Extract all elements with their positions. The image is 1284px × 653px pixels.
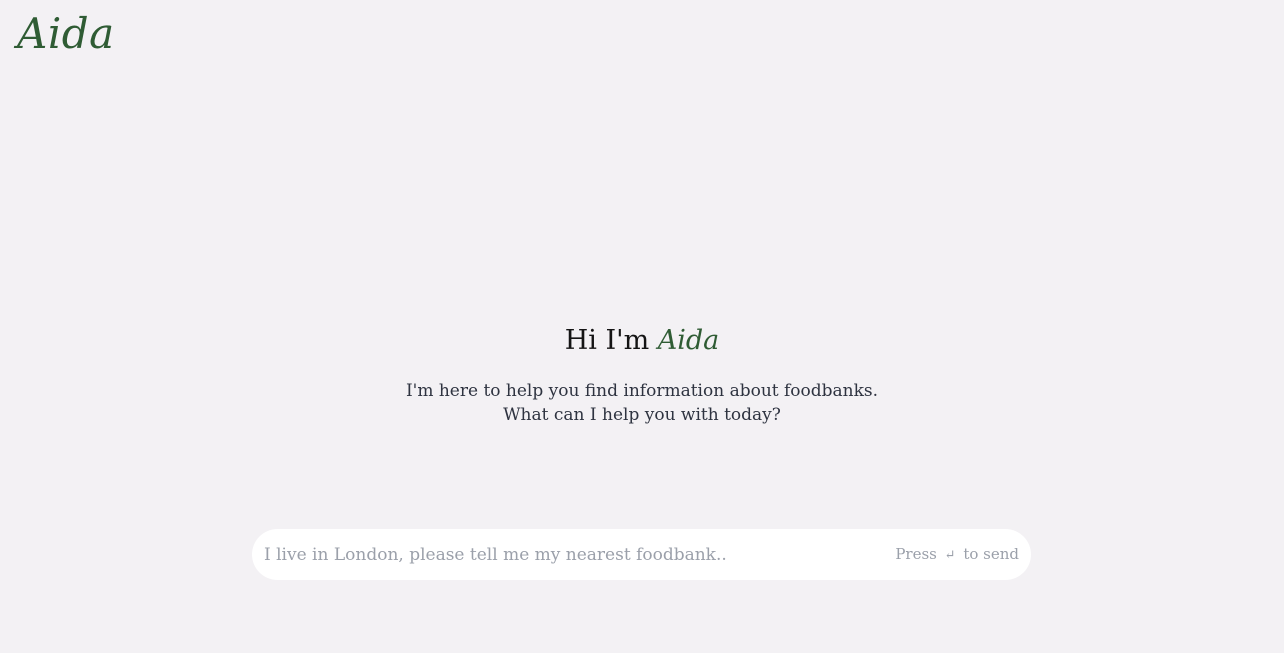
message-composer: Press ↵ to send	[252, 529, 1031, 580]
logo[interactable]: Aida	[17, 8, 115, 60]
welcome-title-prefix: Hi I'm	[564, 325, 658, 356]
welcome-line-1: I'm here to help you find information ab…	[405, 381, 879, 401]
send-hint: Press ↵ to send	[895, 529, 1019, 580]
welcome-subtitle: I'm here to help you find information ab…	[0, 379, 1284, 427]
message-input[interactable]	[264, 529, 884, 580]
welcome-title-brand: Aida	[657, 325, 720, 356]
welcome-title: Hi I'm Aida	[0, 322, 1284, 360]
send-hint-prefix: Press	[895, 545, 937, 563]
enter-key-icon: ↵	[944, 548, 956, 563]
page: Aida Hi I'm Aida I'm here to help you fi…	[0, 0, 1284, 653]
welcome-line-2: What can I help you with today?	[503, 405, 781, 425]
send-hint-suffix: to send	[963, 545, 1019, 563]
welcome-section: Hi I'm Aida I'm here to help you find in…	[0, 322, 1284, 427]
